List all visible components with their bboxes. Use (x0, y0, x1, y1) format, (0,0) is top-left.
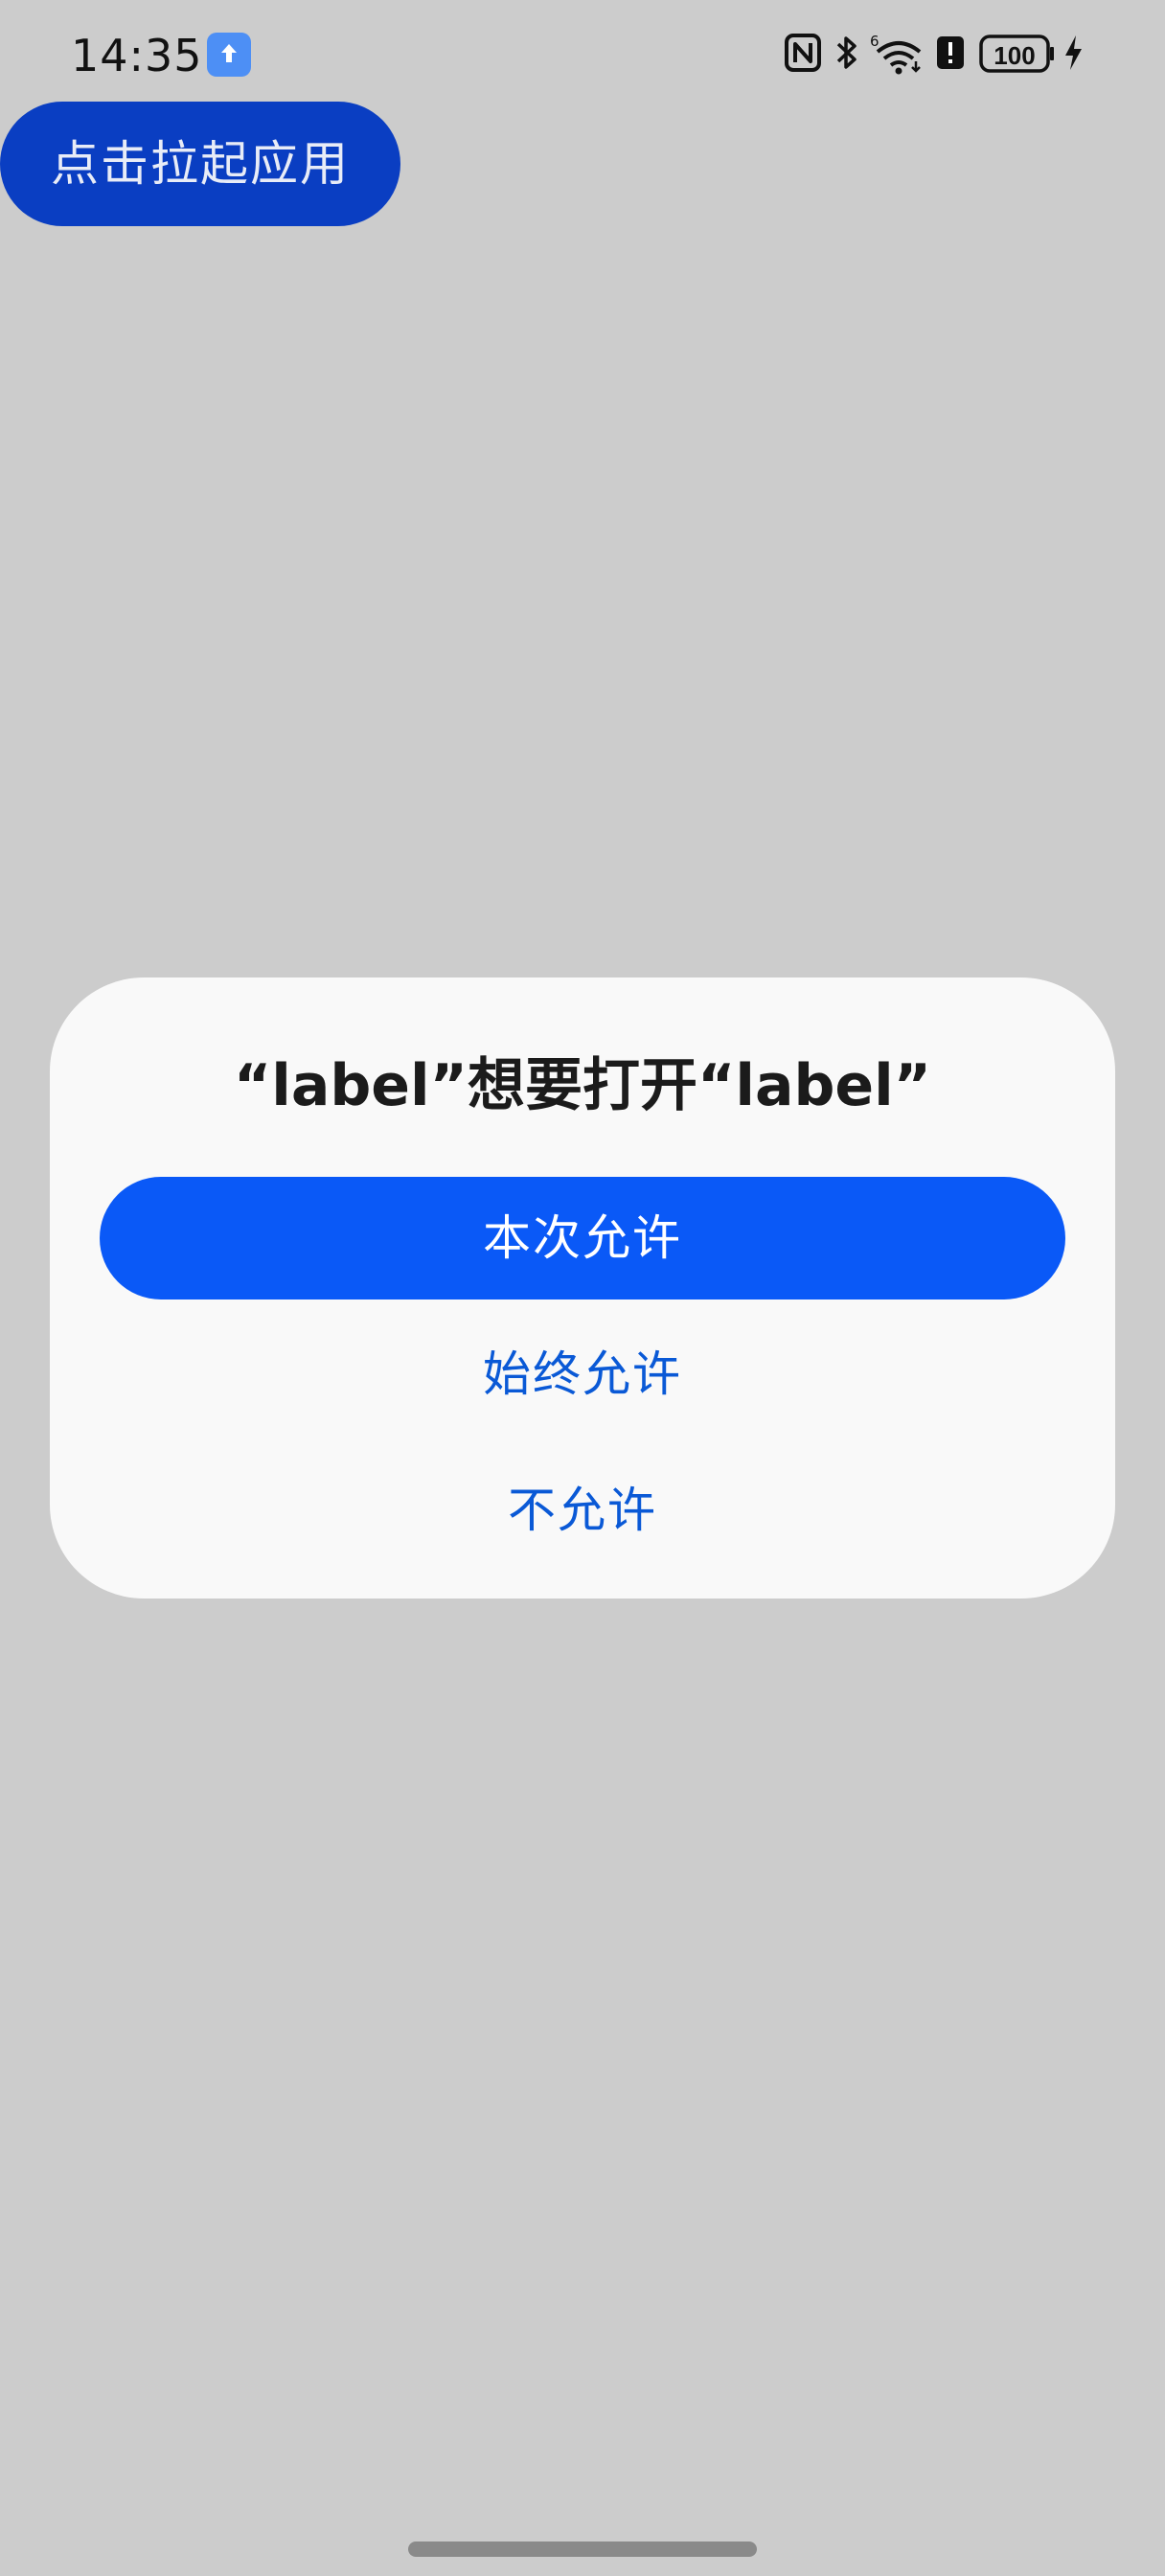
charging-icon (1062, 33, 1085, 77)
app-notification-icon (207, 33, 251, 77)
battery-level: 100 (994, 41, 1035, 70)
bluetooth-icon (834, 33, 860, 77)
dialog-title: “label”想要打开“label” (233, 1052, 932, 1119)
deny-button[interactable]: 不允许 (100, 1453, 1065, 1568)
status-bar: 14:35 6 100 (0, 0, 1165, 113)
wifi-6-icon: 6 (870, 33, 925, 79)
launch-app-button[interactable]: 点击拉起应用 (0, 102, 400, 226)
status-time: 14:35 (71, 30, 203, 81)
nfc-icon (784, 33, 822, 77)
svg-text:6: 6 (870, 33, 879, 50)
allow-once-button[interactable]: 本次允许 (100, 1177, 1065, 1300)
battery-icon: 100 (979, 33, 1056, 79)
status-icons: 6 100 (784, 33, 1100, 80)
open-app-dialog: “label”想要打开“label” 本次允许 始终允许 不允许 (50, 978, 1115, 1598)
alert-icon (935, 33, 966, 77)
allow-always-button[interactable]: 始终允许 (100, 1317, 1065, 1432)
home-indicator[interactable] (408, 2542, 757, 2557)
